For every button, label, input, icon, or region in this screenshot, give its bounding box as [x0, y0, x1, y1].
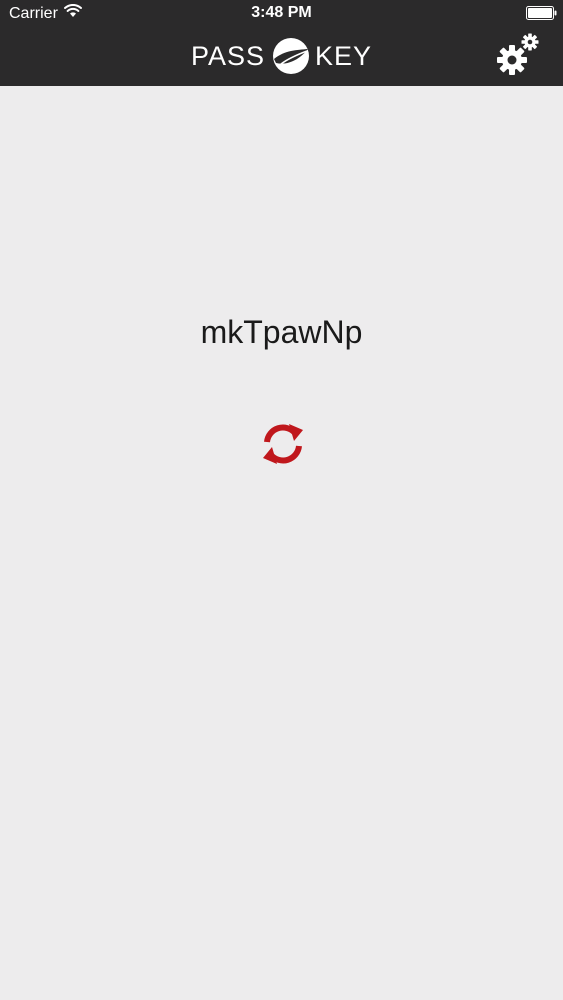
refresh-button[interactable] [259, 420, 307, 468]
refresh-icon [263, 424, 303, 464]
settings-button[interactable] [495, 31, 541, 77]
logo-text-right: KEY [315, 41, 373, 71]
gears-icon [497, 33, 539, 75]
app-header: Carrier 3:48 PM PASS KEY [0, 0, 563, 86]
passkey-logo: PASS KEY [0, 36, 563, 76]
generated-password: mkTpawNp [200, 314, 363, 350]
logo-text-left: PASS [190, 41, 265, 71]
passkey-logo-icon [271, 36, 311, 76]
status-bar: Carrier 3:48 PM [0, 0, 563, 27]
navigation-bar: PASS KEY [0, 27, 563, 86]
battery-icon [526, 6, 557, 20]
status-time: 3:48 PM [251, 4, 312, 21]
